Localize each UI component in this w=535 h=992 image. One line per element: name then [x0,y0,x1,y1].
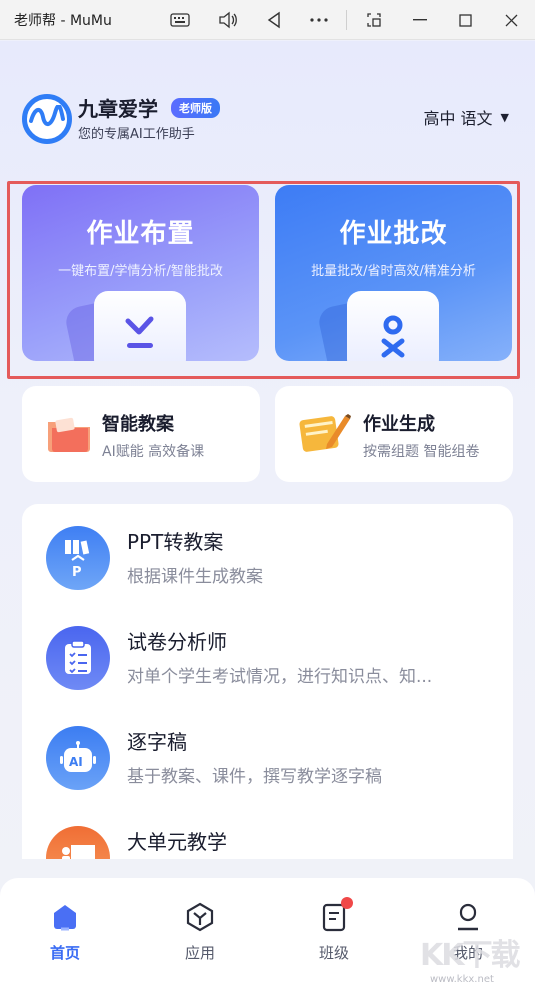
tool-item-verbatim-script[interactable]: AI 逐字稿 基于教案、课件，撰写教学逐字稿 [22,704,513,804]
tool-title: 大单元教学 [127,830,227,854]
homework-grade-card[interactable]: 作业批改 批量批改/省时高效/精准分析 [275,185,512,361]
tool-title: PPT转教案 [127,530,224,554]
tool-subtitle: 根据课件生成教案 [127,567,263,587]
watermark: KK下载 www.kkx.net [420,930,530,988]
tool-subtitle: 基于教案、课件，撰写教学逐字稿 [127,767,382,787]
svg-text:AI: AI [69,755,83,769]
books-icon: P [46,526,110,590]
titlebar-divider [346,10,347,30]
card-title: 作业布置 [86,219,195,249]
teacher-board-icon [46,826,110,859]
back-icon[interactable] [262,8,286,32]
nav-class[interactable]: 班级 [294,897,374,963]
maximize-icon[interactable] [453,8,477,32]
svg-text:P: P [72,565,82,578]
class-icon [294,897,374,934]
app-screen: 九章爱学 老师版 您的专属AI工作助手 高中 语文 ▼ 作业布置 一键布置/学情… [0,41,535,992]
card-title: 智能教案 [102,414,174,435]
keyboard-icon[interactable] [168,8,192,32]
nav-label: 应用 [184,944,215,962]
download-icon [94,291,186,361]
tool-item-ppt-to-lesson[interactable]: P PPT转教案 根据课件生成教案 [22,504,513,604]
minimize-icon[interactable] [408,8,432,32]
tool-item-big-unit-teaching[interactable]: 大单元教学 [22,804,513,859]
volume-icon[interactable] [216,8,240,32]
more-icon[interactable] [307,8,331,32]
profile-icon [428,900,508,934]
smart-lesson-plan-card[interactable]: 智能教案 AI赋能 高效备课 [22,386,260,482]
close-icon[interactable] [499,8,523,32]
teacher-edition-badge: 老师版 [171,98,220,118]
home-icon [25,900,105,934]
clipboard-icon [46,626,110,690]
homework-assign-card[interactable]: 作业布置 一键布置/学情分析/智能批改 [22,185,259,361]
nav-label: 首页 [49,944,80,962]
tool-title: 试卷分析师 [127,630,227,654]
watermark-url: www.kkx.net [430,974,494,985]
homework-generate-card[interactable]: 作业生成 按需组题 智能组卷 [275,386,513,482]
brand-logo-icon [22,94,72,144]
card-subtitle: AI赋能 高效备课 [102,444,205,460]
grade-subject-label: 高中 语文 [423,109,493,128]
check-x-icon [347,291,439,361]
card-subtitle: 一键布置/学情分析/智能批改 [58,264,223,279]
card-title: 作业批改 [339,219,448,249]
tool-item-exam-analyst[interactable]: 试卷分析师 对单个学生考试情况，进行知识点、知... [22,604,513,704]
card-title: 作业生成 [363,414,435,435]
notebook-pencil-icon [297,408,351,458]
card-subtitle: 批量批改/省时高效/精准分析 [311,264,476,279]
screenshot-icon[interactable] [362,8,386,32]
watermark-text: KK下载 [420,938,521,973]
brand-subtitle: 您的专属AI工作助手 [78,127,195,142]
apps-icon [160,900,240,934]
tool-list: P PPT转教案 根据课件生成教案 试卷分析师 对单个学生考试情况，进行知识点、… [22,504,513,859]
window-title-bar: 老师帮 - MuMu [0,0,535,40]
nav-apps[interactable]: 应用 [160,900,240,963]
grade-subject-selector[interactable]: 高中 语文 ▼ [423,105,509,129]
window-title: 老师帮 - MuMu [14,12,112,29]
brand-name: 九章爱学 [78,97,158,121]
folder-icon [44,408,94,458]
nav-label: 班级 [318,944,349,962]
tool-subtitle: 对单个学生考试情况，进行知识点、知... [127,667,433,687]
ai-robot-icon: AI [46,726,110,790]
nav-home[interactable]: 首页 [25,900,105,963]
tool-title: 逐字稿 [127,730,187,754]
new-badge [341,897,353,909]
card-subtitle: 按需组题 智能组卷 [363,444,480,460]
caret-down-icon: ▼ [500,110,509,124]
